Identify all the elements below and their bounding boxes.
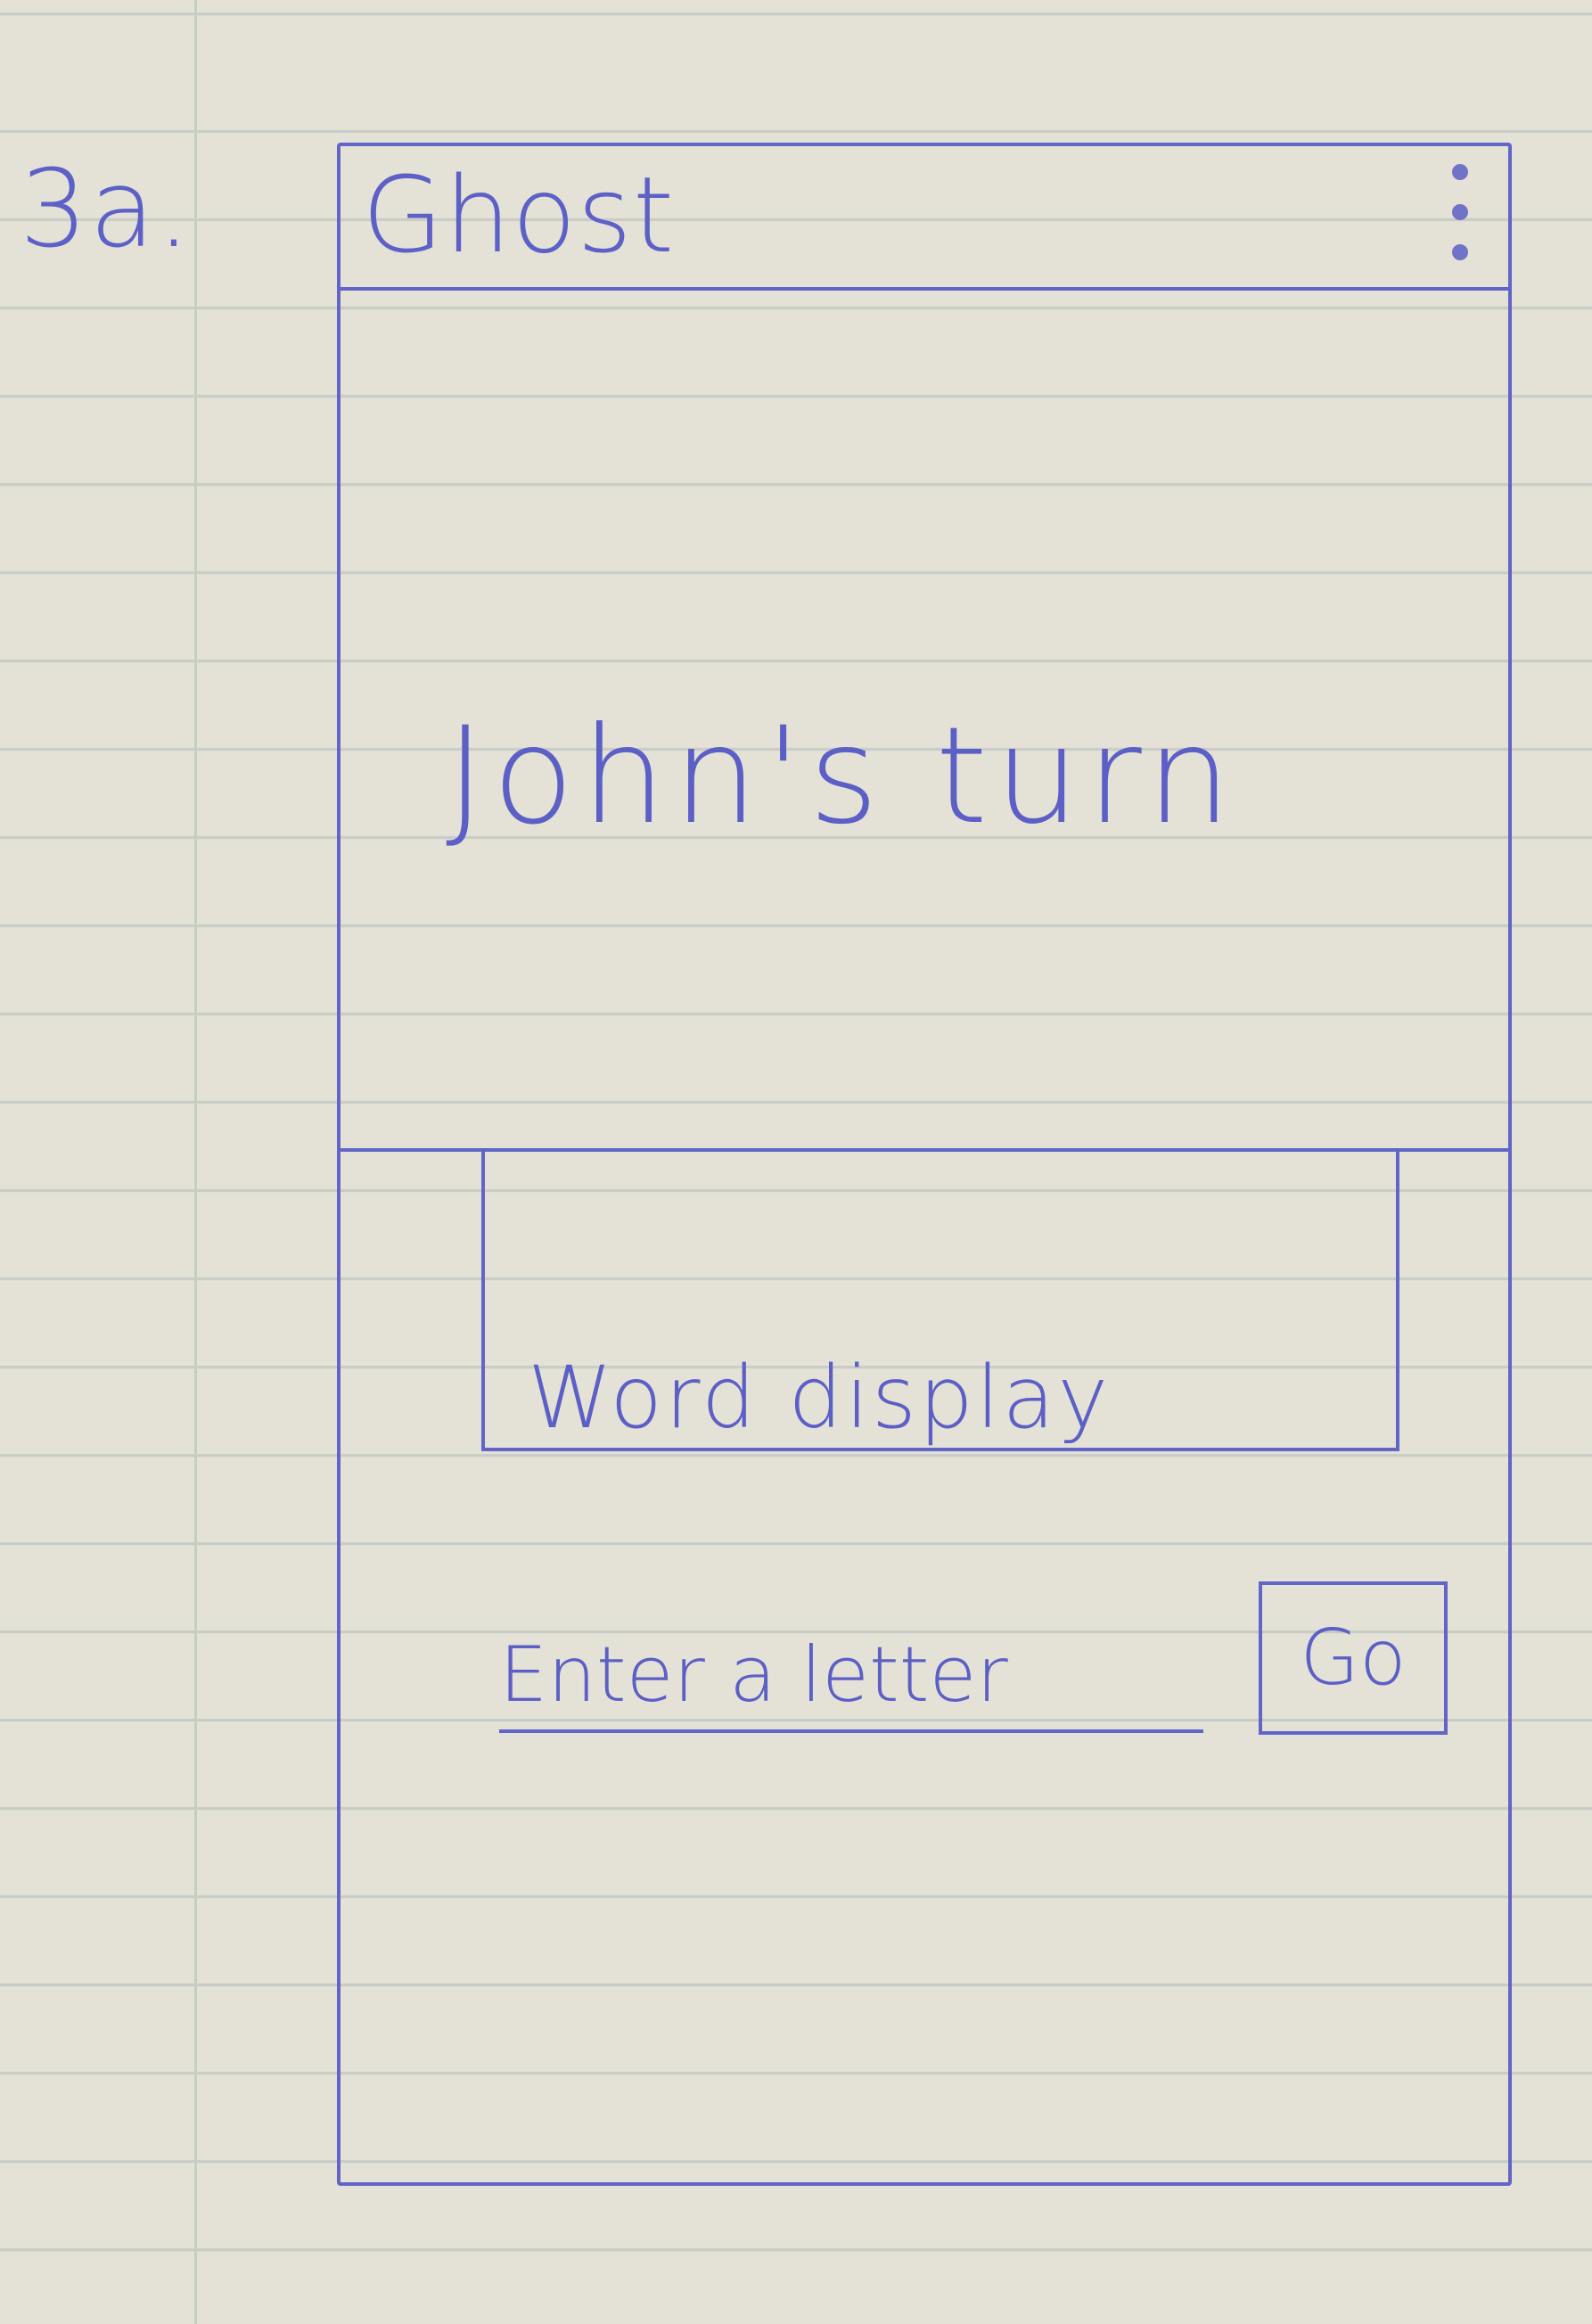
go-button[interactable]: Go	[1259, 1581, 1448, 1735]
word-display-label: Word display	[528, 1348, 1112, 1448]
letter-input[interactable]	[499, 1626, 1203, 1733]
turn-panel: John's turn	[341, 291, 1508, 1152]
app-bar: Ghost	[341, 146, 1508, 291]
overflow-menu-icon[interactable]	[1449, 164, 1471, 260]
sketch-number-label: 3a.	[20, 148, 193, 272]
app-title: Ghost	[362, 153, 676, 276]
phone-frame: Ghost John's turn Word display Go	[337, 143, 1512, 2186]
menu-dot	[1452, 244, 1468, 260]
menu-dot	[1452, 164, 1468, 180]
word-display: Word display	[481, 1152, 1399, 1451]
turn-indicator: John's turn	[446, 699, 1239, 854]
menu-dot	[1452, 204, 1468, 220]
